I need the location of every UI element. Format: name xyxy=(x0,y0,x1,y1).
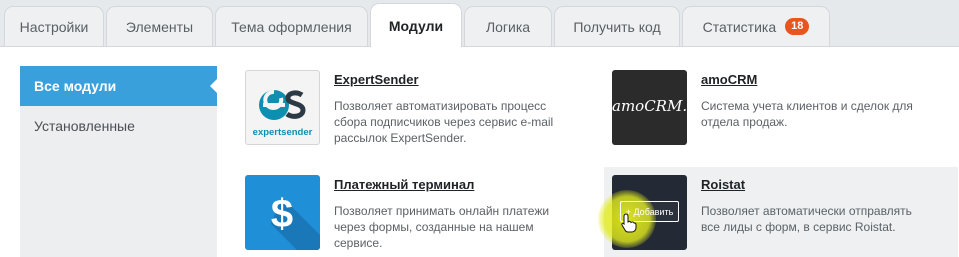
tab-label: Модули xyxy=(388,17,444,34)
statistics-count-badge: 18 xyxy=(785,18,810,35)
tab-label: Статистика xyxy=(702,18,777,35)
hand-pointer-icon xyxy=(621,213,637,233)
tab-label: Элементы xyxy=(125,18,194,35)
tab-label: Настройки xyxy=(19,18,89,35)
tab-logic[interactable]: Логика xyxy=(464,6,552,46)
sidebar-item-installed[interactable]: Установленные xyxy=(20,106,217,146)
module-card-payment-terminal: $ Платежный терминал Позволяет принимать… xyxy=(237,167,591,257)
tab-label: Тема оформления xyxy=(231,18,352,35)
tab-label: Получить код xyxy=(573,18,661,35)
expertsender-wordmark: expertsender xyxy=(252,127,313,138)
module-description: Позволяет автоматизировать процесс сбора… xyxy=(334,99,554,145)
module-description: Система учета клиентов и сделок для отде… xyxy=(701,99,913,129)
module-description: Позволяет автоматически отправлять все л… xyxy=(701,204,912,234)
module-filter-sidebar: Все модули Установленные xyxy=(20,66,218,257)
module-description: Позволяет принимать онлайн платежи через… xyxy=(334,204,550,250)
svg-text:$: $ xyxy=(271,192,293,236)
module-card-amocrm: amoCRM. amoCRM Система учета клиентов и … xyxy=(604,62,958,154)
module-card-roistat[interactable]: + Добавить Roistat Позволяет автоматичес… xyxy=(604,167,958,257)
amocrm-wordmark: amoCRM. xyxy=(612,97,687,115)
module-title-link[interactable]: ExpertSender xyxy=(334,72,419,87)
module-title-link[interactable]: Roistat xyxy=(701,177,745,192)
tab-theme[interactable]: Тема оформления xyxy=(215,6,368,46)
amocrm-logo-icon: amoCRM. xyxy=(612,70,687,145)
module-title-link[interactable]: Платежный терминал xyxy=(334,177,474,192)
sidebar-item-label: Установленные xyxy=(34,118,135,134)
module-card-expertsender: expertsender ExpertSender Позволяет авто… xyxy=(237,62,591,154)
sidebar-item-label: Все модули xyxy=(34,78,117,94)
dollar-icon: $ xyxy=(245,175,320,250)
tab-bar: Настройки Элементы Тема оформления Модул… xyxy=(0,0,959,47)
tab-elements[interactable]: Элементы xyxy=(106,6,213,46)
sidebar-item-all-modules[interactable]: Все модули xyxy=(20,66,218,106)
expertsender-logo-icon: expertsender xyxy=(245,70,320,145)
tab-label: Логика xyxy=(485,18,531,35)
tab-statistics[interactable]: Статистика 18 xyxy=(682,6,830,46)
tab-get-code[interactable]: Получить код xyxy=(554,6,680,46)
module-title-link[interactable]: amoCRM xyxy=(701,72,757,87)
modules-panel: Все модули Установленные expertsender Ex… xyxy=(0,46,959,257)
tab-modules[interactable]: Модули xyxy=(370,3,462,47)
tab-settings[interactable]: Настройки xyxy=(4,6,104,46)
